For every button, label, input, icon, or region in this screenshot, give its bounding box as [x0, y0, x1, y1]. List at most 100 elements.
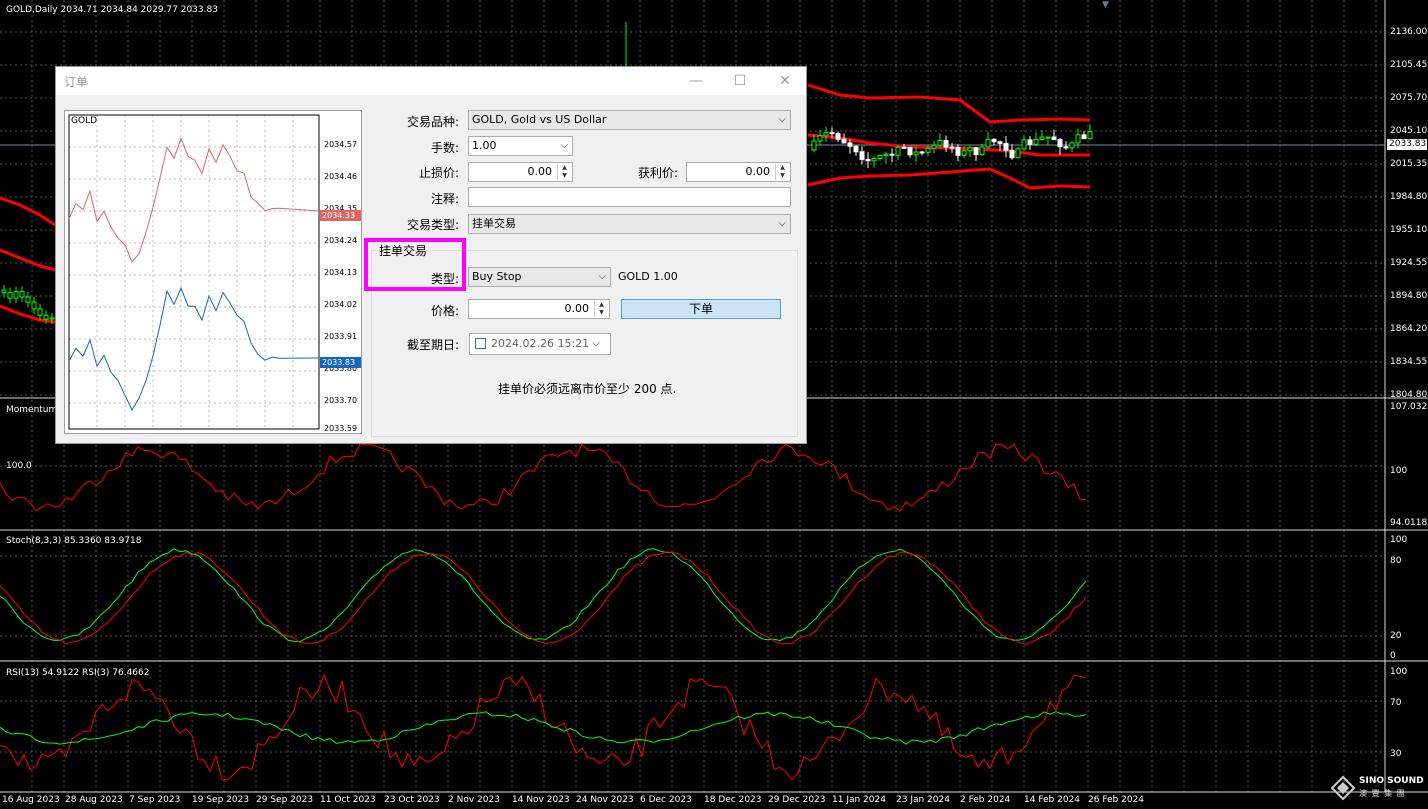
lower-band: [807, 167, 1091, 190]
brand-subtitle: 澳 豐 集 團: [1359, 789, 1406, 798]
candle-body: [919, 151, 925, 154]
candle-body: [1021, 139, 1027, 150]
candle-body: [1057, 139, 1063, 148]
stop-loss-input[interactable]: 0.00 ▲ ▼: [468, 162, 573, 182]
candle-body: [961, 150, 967, 156]
candle-body: [859, 151, 865, 160]
candle-body: [979, 146, 985, 156]
spinner-arrows-icon[interactable]: ▲ ▼: [557, 164, 571, 180]
maximize-button[interactable]: ☐: [728, 71, 752, 91]
current-price-tag: 2033.83: [1387, 139, 1427, 150]
comment-label: 注释:: [430, 192, 459, 206]
chart-shift-icon[interactable]: ▼: [1102, 0, 1109, 10]
candle-body: [901, 146, 907, 149]
tick-scale-label: 2034.24: [324, 236, 358, 245]
date-axis-label: 29 Sep 2023: [256, 795, 314, 805]
price-scale-label: 2075.70: [1390, 93, 1428, 103]
momentum-title: Momentum: [6, 405, 58, 415]
tick-scale-label: 2034.46: [324, 172, 358, 181]
middle-band-left: [0, 248, 56, 272]
rsi-title: RSI(13) 54.9122 RSI(3) 76.4662: [6, 668, 150, 678]
candle-body: [913, 151, 919, 156]
stop-loss-label: 止损价:: [418, 166, 459, 180]
candle-body: [943, 140, 949, 148]
stoch-scale-label: 80: [1390, 556, 1402, 566]
oscillator-lines: [0, 443, 1087, 781]
candle-body: [997, 141, 1003, 144]
ask-price-line: [68, 137, 320, 264]
candle-body: [949, 146, 955, 149]
tick-scale-label: 2034.13: [324, 268, 358, 277]
symbol-select[interactable]: GOLD, Gold vs US Dollar ⌵: [468, 110, 791, 130]
dialog-titlebar[interactable]: 订单 — ☐ ✕: [56, 67, 806, 95]
trade-type-select[interactable]: 挂单交易 ⌵: [468, 214, 791, 234]
candle-body: [1009, 149, 1015, 159]
order-type-value: Buy Stop: [472, 270, 522, 283]
chevron-down-icon: ⌵: [560, 140, 568, 151]
expiry-date-picker[interactable]: 2024.02.26 15:21 ⌵: [469, 333, 611, 355]
candle-body: [25, 296, 31, 303]
candle-body: [43, 314, 49, 320]
candle-body: [985, 138, 991, 148]
candle-body: [907, 146, 913, 156]
spinner-arrows-icon[interactable]: ▲ ▼: [594, 301, 608, 317]
date-axis-label: 18 Dec 2023: [704, 795, 762, 805]
volume-select[interactable]: 1.00 ⌵: [468, 136, 573, 156]
candle-body: [871, 157, 877, 162]
ask-price-tag: 2034.33: [320, 210, 361, 221]
date-axis-label: 24 Nov 2023: [576, 795, 634, 805]
minimize-button[interactable]: —: [684, 71, 708, 91]
chart-header: GOLD,Daily 2034.71 2034.84 2029.77 2033.…: [6, 5, 218, 15]
candle-body: [931, 144, 937, 149]
symbol-value: GOLD, Gold vs US Dollar: [472, 113, 607, 126]
momentum-scale-label: 100: [1390, 466, 1408, 476]
lower-band-left: [0, 304, 56, 324]
candle-body: [31, 301, 37, 310]
chevron-down-icon: ⌵: [598, 271, 606, 282]
spinner-arrows-icon[interactable]: ▲ ▼: [775, 164, 789, 180]
chevron-down-icon: ⌵: [778, 114, 786, 125]
candle-body: [811, 140, 817, 151]
candle-body: [973, 147, 979, 156]
chevron-down-icon[interactable]: ⌵: [592, 334, 600, 354]
candle-body: [895, 146, 901, 156]
diamond-logo-icon: [1330, 775, 1356, 801]
tick-chart: GOLD 2034.57 2034.46 2034.35 2034.24 203…: [64, 110, 362, 434]
date-axis-label: 16 Aug 2023: [2, 795, 60, 805]
candle-body: [1045, 136, 1051, 139]
stoch-scale-label: 0: [1390, 651, 1396, 661]
candle-body: [1075, 134, 1081, 144]
take-profit-input[interactable]: 0.00 ▲ ▼: [686, 162, 791, 182]
upper-band: [807, 83, 1091, 124]
price-scale-label: 2045.10: [1390, 126, 1428, 136]
comment-input[interactable]: [468, 187, 791, 207]
close-button[interactable]: ✕: [773, 71, 797, 91]
candle-body: [841, 138, 847, 144]
order-type-select[interactable]: Buy Stop ⌵: [468, 267, 611, 287]
symbol-label: 交易品种:: [406, 115, 459, 129]
price-scale-label: 2136.00: [1390, 27, 1428, 37]
candle-body: [925, 147, 931, 153]
volume-label: 手数:: [430, 141, 459, 155]
candle-body: [955, 146, 961, 156]
bid-price-line: [68, 286, 320, 412]
date-axis-label: 7 Sep 2023: [129, 795, 181, 805]
brand-name: SINO SOUND: [1359, 776, 1424, 786]
candle-body: [49, 317, 55, 320]
date-axis-label: 2 Nov 2023: [448, 795, 500, 805]
price-input[interactable]: 0.00 ▲ ▼: [468, 299, 610, 319]
upper-band-left: [0, 196, 56, 227]
date-axis-label: 6 Dec 2023: [640, 795, 692, 805]
take-profit-label: 获利价:: [637, 166, 678, 180]
tick-scale-label: 2034.02: [324, 300, 358, 309]
price-label: 价格:: [430, 304, 459, 318]
place-order-button[interactable]: 下单: [621, 299, 781, 319]
candle-body: [1033, 139, 1039, 145]
tick-scale-label: 2033.59: [324, 424, 358, 433]
take-profit-value: 0.00: [745, 165, 771, 178]
expiry-checkbox[interactable]: [475, 338, 486, 349]
candle-body: [937, 140, 943, 146]
rsi13-line: [0, 711, 1087, 745]
candle-body: [889, 153, 895, 156]
price-scale-label: 1955.10: [1390, 225, 1428, 235]
